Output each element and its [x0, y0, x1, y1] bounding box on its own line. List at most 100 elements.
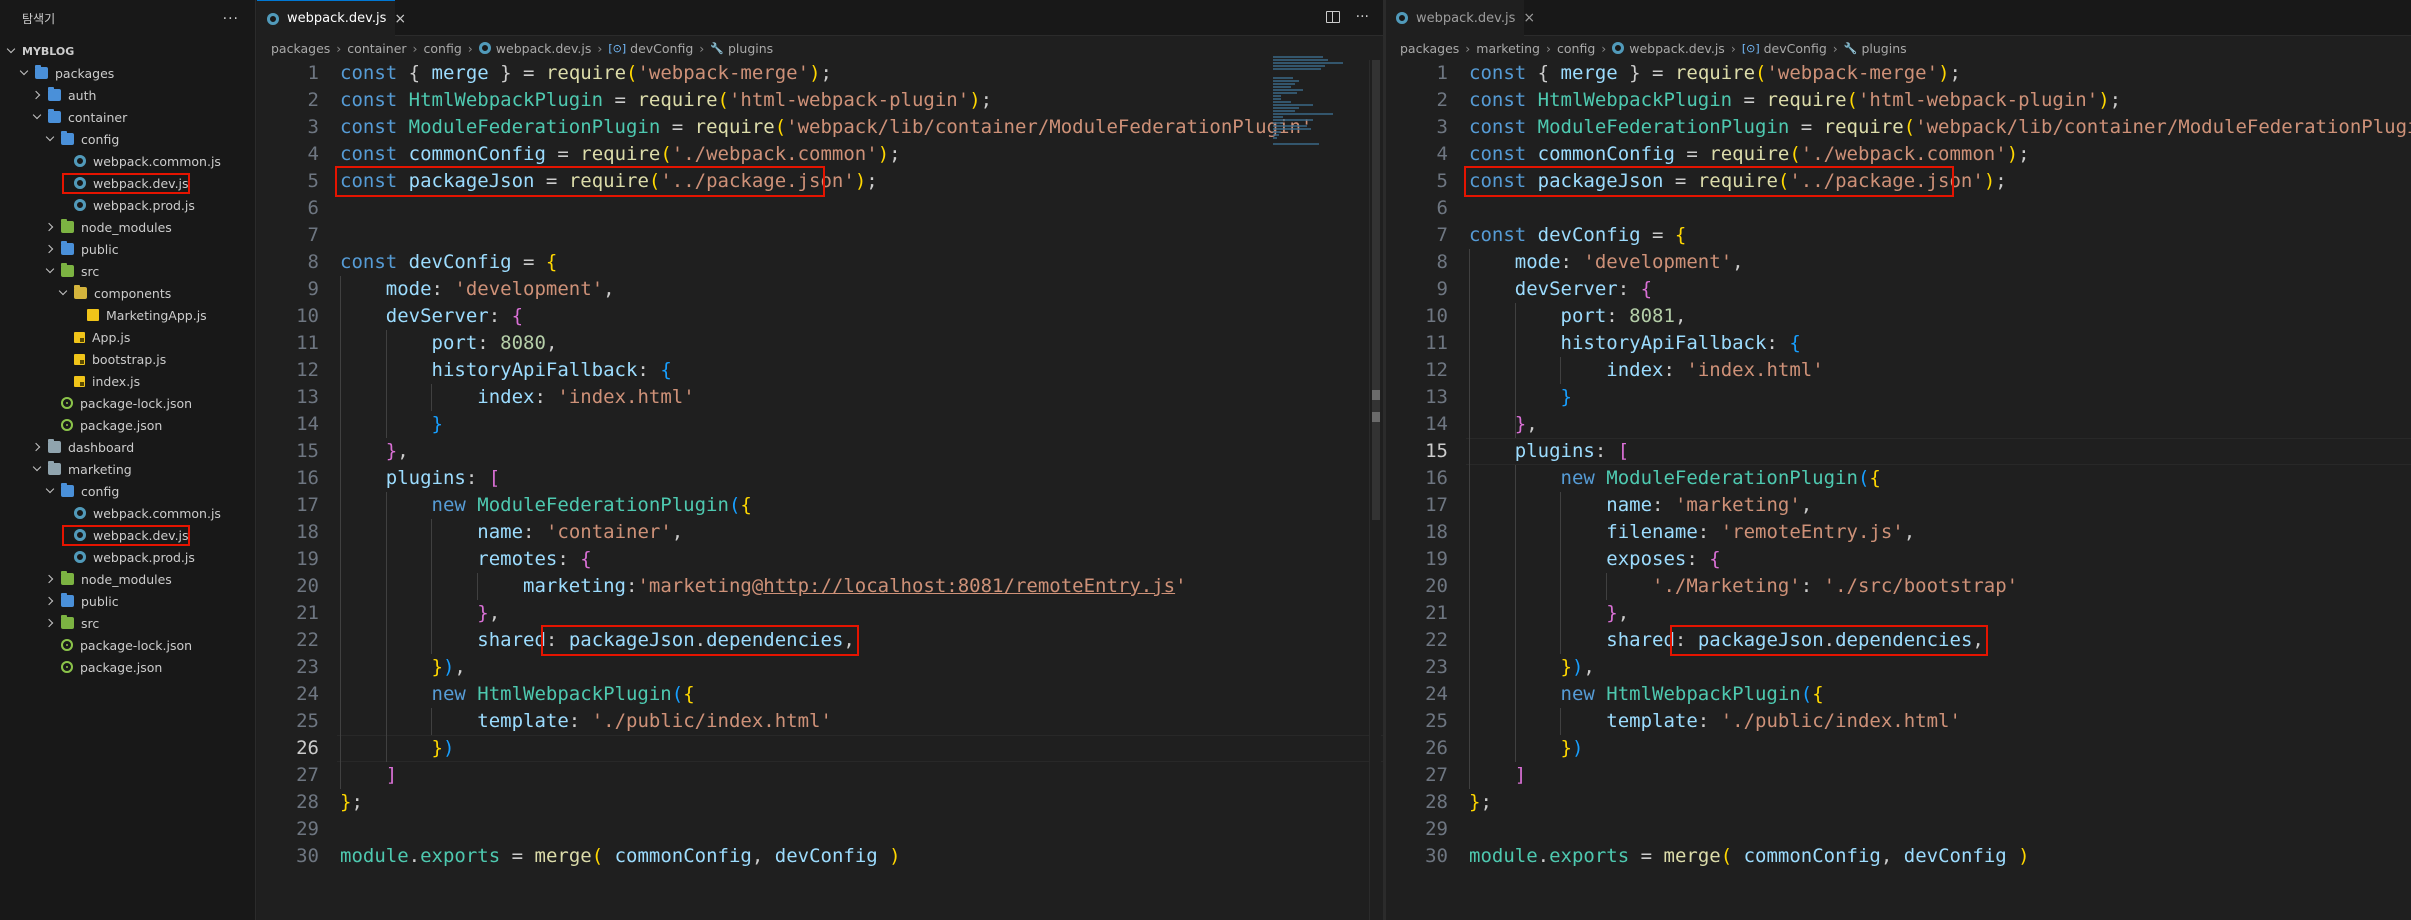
more-actions-icon[interactable]: ··· [1356, 9, 1369, 25]
breadcrumb-item[interactable]: devConfig [630, 41, 693, 56]
code-line[interactable]: 30 module.exports = merge( commonConfig, … [257, 843, 1383, 870]
code-line[interactable]: 28}; [257, 789, 1383, 816]
breadcrumb-item[interactable]: webpack.dev.js [1629, 41, 1725, 56]
split-editor-icon[interactable] [1325, 11, 1340, 23]
code-line[interactable]: 17 name: 'marketing', [1386, 492, 2411, 519]
explorer-more-icon[interactable]: ··· [223, 11, 239, 27]
code-line[interactable]: 12 index: 'index.html' [1386, 357, 2411, 384]
code-line[interactable]: 17 new ModuleFederationPlugin({ [257, 492, 1383, 519]
code-line[interactable]: 8 mode: 'development', [1386, 249, 2411, 276]
breadcrumb-item[interactable]: plugins [728, 41, 773, 56]
code-line[interactable]: 1 const { merge } = require('webpack-merg… [257, 60, 1383, 87]
code-line[interactable]: 5 const packageJson = require('../package… [1386, 168, 2411, 195]
code-line[interactable]: 9 devServer: { [1386, 276, 2411, 303]
code-line[interactable]: 22 shared: packageJson.dependencies, [1386, 627, 2411, 654]
code-line[interactable]: 10 port: 8081, [1386, 303, 2411, 330]
breadcrumb-item[interactable]: devConfig [1764, 41, 1827, 56]
tree-item[interactable]: public [0, 590, 255, 612]
code-line[interactable]: 22 shared: packageJson.dependencies, [257, 627, 1383, 654]
code-line[interactable]: 3 const ModuleFederationPlugin = require(… [1386, 114, 2411, 141]
tree-item[interactable]: webpack.common.js [0, 150, 255, 172]
code-line[interactable]: 16 new ModuleFederationPlugin({ [1386, 465, 2411, 492]
tree-item[interactable]: index.js [0, 370, 255, 392]
scrollbar-thumb[interactable] [1372, 60, 1380, 520]
code-line[interactable]: 24 new HtmlWebpackPlugin({ [257, 681, 1383, 708]
breadcrumb-item[interactable]: plugins [1861, 41, 1906, 56]
code-line[interactable]: 27 ] [257, 762, 1383, 789]
tree-item[interactable]: node_modules [0, 216, 255, 238]
tree-item[interactable]: marketing [0, 458, 255, 480]
tree-item[interactable]: package.json [0, 656, 255, 678]
code-line[interactable]: 21 }, [257, 600, 1383, 627]
tree-item[interactable]: bootstrap.js [0, 348, 255, 370]
tab-webpack-dev-js-container[interactable]: webpack.dev.js × [257, 0, 406, 36]
tree-item[interactable]: container [0, 106, 255, 128]
minimap[interactable] [1273, 56, 1343, 176]
breadcrumb-item[interactable]: config [424, 41, 462, 56]
code-line[interactable]: 15 plugins: [ [1386, 438, 2411, 465]
tree-item[interactable]: public [0, 238, 255, 260]
code-line[interactable]: 5 const packageJson = require('../package… [257, 168, 1383, 195]
code-line[interactable]: 19 remotes: { [257, 546, 1383, 573]
code-line[interactable]: 14 } [257, 411, 1383, 438]
code-line[interactable]: 13 } [1386, 384, 2411, 411]
code-line[interactable]: 1 const { merge } = require('webpack-merg… [1386, 60, 2411, 87]
code-line[interactable]: 25 template: './public/index.html' [1386, 708, 2411, 735]
code-line[interactable]: 6 [1386, 195, 2411, 222]
tree-item[interactable]: package-lock.json [0, 392, 255, 414]
tree-item[interactable]: auth [0, 84, 255, 106]
code-line[interactable]: 28}; [1386, 789, 2411, 816]
breadcrumb-item[interactable]: packages [271, 41, 330, 56]
code-line[interactable]: 18 name: 'container', [257, 519, 1383, 546]
tree-item[interactable]: src [0, 260, 255, 282]
code-line[interactable]: 11 port: 8080, [257, 330, 1383, 357]
code-line[interactable]: 14 }, [1386, 411, 2411, 438]
breadcrumb-item[interactable]: config [1557, 41, 1595, 56]
tree-item[interactable]: webpack.prod.js [0, 546, 255, 568]
tree-item[interactable]: dashboard [0, 436, 255, 458]
breadcrumb-item[interactable]: marketing [1476, 41, 1540, 56]
tree-item[interactable]: package.json [0, 414, 255, 436]
tree-item[interactable]: src [0, 612, 255, 634]
code-line[interactable]: 27 ] [1386, 762, 2411, 789]
tree-item[interactable]: webpack.prod.js [0, 194, 255, 216]
code-line[interactable]: 19 exposes: { [1386, 546, 2411, 573]
code-line[interactable]: 2 const HtmlWebpackPlugin = require('html… [257, 87, 1383, 114]
code-line[interactable]: 23 }), [1386, 654, 2411, 681]
tree-item[interactable]: MYBLOG [0, 40, 255, 62]
code-line[interactable]: 26 }) [1386, 735, 2411, 762]
code-line[interactable]: 16 plugins: [ [257, 465, 1383, 492]
code-line[interactable]: 13 index: 'index.html' [257, 384, 1383, 411]
code-line[interactable]: 23 }), [257, 654, 1383, 681]
tree-item[interactable]: webpack.common.js [0, 502, 255, 524]
tree-item[interactable]: packages [0, 62, 255, 84]
code-line[interactable]: 29 [257, 816, 1383, 843]
tree-item[interactable]: App.js [0, 326, 255, 348]
code-line[interactable]: 7 [257, 222, 1383, 249]
vertical-scrollbar[interactable] [1369, 60, 1381, 920]
breadcrumb-item[interactable]: container [347, 41, 406, 56]
tree-item[interactable]: node_modules [0, 568, 255, 590]
code-line[interactable]: 20 marketing:'marketing@http://localhost… [257, 573, 1383, 600]
tree-item[interactable]: components [0, 282, 255, 304]
tree-item[interactable]: config [0, 480, 255, 502]
code-line[interactable]: 12 historyApiFallback: { [257, 357, 1383, 384]
code-line[interactable]: 9 mode: 'development', [257, 276, 1383, 303]
code-line[interactable]: 30 module.exports = merge( commonConfig, … [1386, 843, 2411, 870]
code-line[interactable]: 26 }) [257, 735, 1383, 762]
code-line[interactable]: 10 devServer: { [257, 303, 1383, 330]
close-icon[interactable]: × [1523, 10, 1535, 26]
code-line[interactable]: 29 [1386, 816, 2411, 843]
tab-webpack-dev-js-marketing[interactable]: webpack.dev.js × [1386, 0, 1535, 36]
code-line[interactable]: 20 './Marketing': './src/bootstrap' [1386, 573, 2411, 600]
code-line[interactable]: 4 const commonConfig = require('./webpack… [1386, 141, 2411, 168]
code-line[interactable]: 24 new HtmlWebpackPlugin({ [1386, 681, 2411, 708]
code-line[interactable]: 6 [257, 195, 1383, 222]
code-line[interactable]: 25 template: './public/index.html' [257, 708, 1383, 735]
tree-item[interactable]: package-lock.json [0, 634, 255, 656]
code-line[interactable]: 8 const devConfig = { [257, 249, 1383, 276]
code-line[interactable]: 11 historyApiFallback: { [1386, 330, 2411, 357]
code-line[interactable]: 4 const commonConfig = require('./webpack… [257, 141, 1383, 168]
code-line[interactable]: 7 const devConfig = { [1386, 222, 2411, 249]
code-line[interactable]: 21 }, [1386, 600, 2411, 627]
